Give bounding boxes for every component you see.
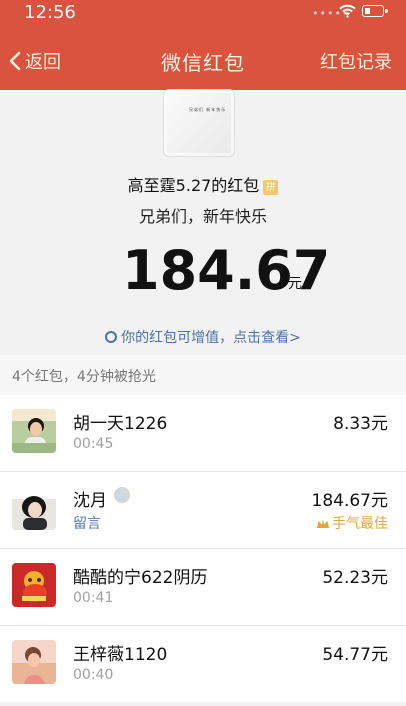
recipient-name: 王梓薇1120 xyxy=(73,645,168,665)
value-circle-icon xyxy=(105,331,118,343)
avatar-photo xyxy=(12,563,56,607)
greeting-message: 兄弟们，新年快乐 xyxy=(138,207,267,226)
red-packet-cover-image: 兄弟们 新年快乐 xyxy=(163,89,235,157)
best-luck-text: 手气最佳 xyxy=(332,516,388,532)
receive-time: 00:40 xyxy=(73,667,114,683)
sender-line: 高至霆5.27的红包拼 xyxy=(0,172,406,196)
cover-text: 兄弟们 新年快乐 xyxy=(189,107,227,112)
hint-text: 你的红包可增值，点击查看> xyxy=(121,330,301,346)
crown-icon xyxy=(317,519,329,528)
receive-time: 00:45 xyxy=(73,436,114,452)
recipient-row[interactable]: 王梓薇1120 00:40 54.77元 xyxy=(0,626,406,702)
recipient-amount: 54.77元 xyxy=(322,645,388,665)
packet-count-text: 4个红包，4分钟被抢光 xyxy=(12,369,156,385)
recipient-amount: 52.23元 xyxy=(322,568,388,588)
recipient-amount: 184.67元 xyxy=(311,491,388,511)
receive-time: 00:41 xyxy=(73,590,114,606)
navigation-bar: 返回 微信红包 红包记录 xyxy=(0,40,406,78)
recipient-row[interactable]: 胡一天1226 00:45 8.33元 xyxy=(0,395,406,472)
avatar-photo xyxy=(12,409,56,453)
recipient-name: 沈月 xyxy=(73,491,107,511)
avatar xyxy=(12,563,56,607)
avatar-photo xyxy=(12,640,56,684)
avatar-photo xyxy=(12,486,56,530)
battery-icon xyxy=(362,5,388,17)
recipient-row[interactable]: 沈月 留言 184.67元 手气最佳 xyxy=(0,472,406,549)
value-hint-link[interactable]: 你的红包可增值，点击查看> xyxy=(0,327,406,347)
received-amount: 184.67 元 xyxy=(122,242,330,300)
recipients-list: 胡一天1226 00:45 8.33元 沈月 留言 184.67元 手气最佳 酷… xyxy=(0,395,406,702)
message-link[interactable]: 留言 xyxy=(73,513,101,533)
recipient-row[interactable]: 酷酷的宁622阴历 00:41 52.23元 xyxy=(0,549,406,626)
best-luck-label: 手气最佳 xyxy=(316,513,388,533)
red-packet-summary: 兄弟们 新年快乐 高至霆5.27的红包拼 兄弟们，新年快乐 184.67 元 你… xyxy=(0,89,406,355)
status-bar: 12:56 ••••• xyxy=(0,0,406,24)
recipient-name: 胡一天1226 xyxy=(73,414,168,434)
status-time: 12:56 xyxy=(24,2,76,23)
wifi-icon xyxy=(339,4,356,18)
sender-label: 高至霆5.27的红包 xyxy=(127,176,260,195)
amount-unit: 元 xyxy=(288,276,302,292)
pin-badge: 拼 xyxy=(263,180,279,195)
recipient-amount: 8.33元 xyxy=(333,414,388,434)
avatar xyxy=(12,409,56,453)
recipient-name: 酷酷的宁622阴历 xyxy=(73,568,208,588)
avatar xyxy=(12,486,56,530)
red-packet-records-button[interactable]: 红包记录 xyxy=(320,48,392,74)
avatar xyxy=(12,640,56,684)
decorative-badge-icon xyxy=(114,487,130,503)
list-header: 4个红包，4分钟被抢光 xyxy=(0,355,406,395)
